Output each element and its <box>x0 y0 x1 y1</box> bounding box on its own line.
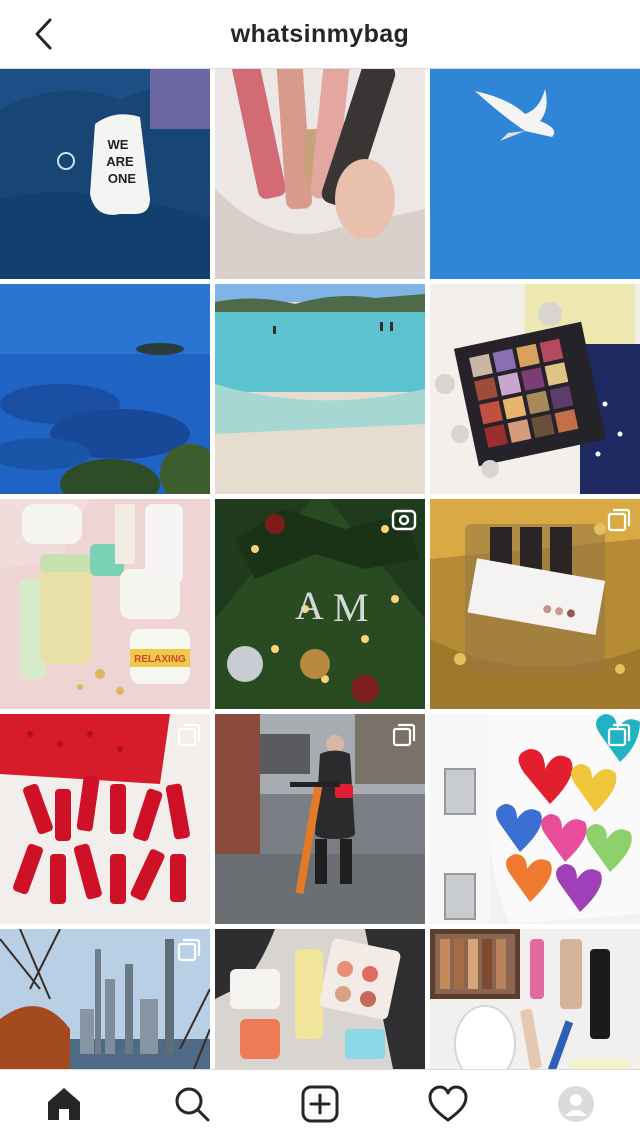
igtv-icon <box>391 509 417 531</box>
multiple-photos-icon <box>607 508 631 532</box>
post-scooter-street[interactable] <box>215 714 425 924</box>
posts-grid: WE ARE ONE RELAXING A M <box>0 69 640 1069</box>
tab-activity[interactable] <box>424 1080 472 1128</box>
add-post-icon <box>301 1085 339 1123</box>
multiple-photos-icon <box>177 938 201 962</box>
top-bar: whatsinmybag <box>0 0 640 69</box>
post-image <box>430 69 640 279</box>
post-heart-mural[interactable] <box>430 714 640 924</box>
svg-text:ARE: ARE <box>106 154 134 169</box>
heart-icon <box>428 1085 468 1122</box>
multiple-photos-icon <box>177 723 201 747</box>
post-image: RELAXING <box>0 499 210 709</box>
post-eyeshadow-palette[interactable] <box>430 284 640 494</box>
post-image: ICING <box>215 929 425 1069</box>
post-image: loo <box>430 929 640 1069</box>
multiple-photos-icon <box>392 723 416 747</box>
post-lip-gloss-hand[interactable] <box>215 69 425 279</box>
tab-search[interactable] <box>168 1080 216 1128</box>
svg-text:ONE: ONE <box>108 171 137 186</box>
back-button[interactable] <box>24 14 64 54</box>
post-image <box>215 284 425 494</box>
post-beauty-flatlay[interactable]: ICING <box>215 929 425 1069</box>
bottom-tab-bar <box>0 1069 640 1138</box>
svg-text:RELAXING: RELAXING <box>134 654 186 665</box>
chevron-left-icon <box>35 18 52 50</box>
home-icon <box>48 1088 80 1120</box>
tab-new-post[interactable] <box>296 1080 344 1128</box>
post-image <box>430 284 640 494</box>
post-image <box>215 69 425 279</box>
svg-text:M: M <box>333 585 369 630</box>
tab-home[interactable] <box>40 1080 88 1128</box>
post-christmas-tree[interactable]: A M <box>215 499 425 709</box>
profile-avatar-icon <box>558 1086 594 1122</box>
post-seagull-sky[interactable] <box>430 69 640 279</box>
post-we-are-one-sock[interactable]: WE ARE ONE <box>0 69 210 279</box>
post-image <box>0 284 210 494</box>
tab-profile[interactable] <box>552 1080 600 1128</box>
post-makeup-flatlay[interactable]: loo <box>430 929 640 1069</box>
post-beach-shallow-water[interactable] <box>215 284 425 494</box>
post-central-park-skyline[interactable] <box>0 929 210 1069</box>
post-gold-sequin-package[interactable] <box>430 499 640 709</box>
post-skincare-products[interactable]: RELAXING <box>0 499 210 709</box>
search-icon <box>175 1087 210 1122</box>
page-title: whatsinmybag <box>230 20 410 48</box>
post-image: WE ARE ONE <box>0 69 210 279</box>
post-red-lipsticks[interactable] <box>0 714 210 924</box>
multiple-photos-icon <box>607 723 631 747</box>
svg-text:A: A <box>295 583 324 628</box>
post-blue-sea-coast[interactable] <box>0 284 210 494</box>
svg-text:WE: WE <box>108 137 129 152</box>
